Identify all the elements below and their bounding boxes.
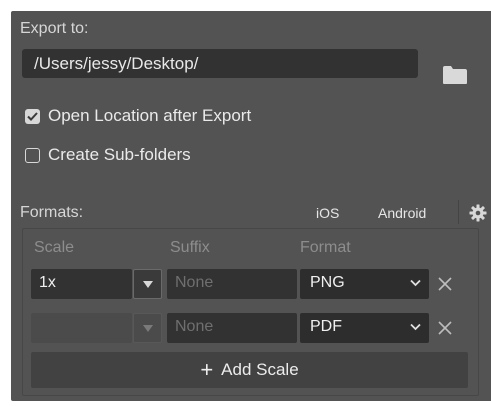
create-subfolders-checkbox-row[interactable]: Create Sub-folders — [25, 143, 191, 167]
scale-column-header: Scale — [34, 239, 75, 256]
scale-input[interactable]: 1x — [31, 269, 132, 299]
export-to-label: Export to: — [20, 20, 89, 37]
create-subfolders-label: Create Sub-folders — [48, 145, 191, 164]
formats-label: Formats: — [20, 204, 84, 221]
export-path-input[interactable]: /Users/jessy/Desktop/ — [22, 49, 418, 78]
create-subfolders-checkbox[interactable] — [25, 147, 40, 163]
format-select-value: PNG — [310, 274, 345, 291]
suffix-column-header: Suffix — [170, 239, 210, 256]
triangle-down-icon — [142, 324, 153, 332]
format-select[interactable]: PNG — [300, 269, 429, 299]
android-preset-button[interactable]: Android — [378, 205, 426, 221]
add-scale-button[interactable]: + Add Scale — [31, 352, 468, 388]
format-select-value: PDF — [310, 318, 342, 335]
format-select[interactable]: PDF — [300, 313, 429, 343]
gear-icon[interactable] — [469, 204, 487, 222]
chevron-down-icon — [410, 279, 421, 287]
close-icon[interactable] — [437, 276, 453, 292]
plus-icon: + — [200, 357, 214, 382]
folder-icon[interactable] — [442, 65, 468, 85]
scale-dropdown-button — [133, 313, 162, 343]
add-scale-label: Add Scale — [221, 360, 299, 379]
chevron-down-icon — [410, 323, 421, 331]
suffix-input[interactable]: None — [167, 313, 297, 343]
open-location-label: Open Location after Export — [48, 106, 252, 125]
suffix-input[interactable]: None — [167, 269, 297, 299]
open-location-checkbox-row[interactable]: Open Location after Export — [25, 104, 251, 128]
open-location-checkbox[interactable] — [25, 108, 40, 124]
checkmark-icon — [27, 111, 38, 121]
close-icon[interactable] — [437, 320, 453, 336]
scale-dropdown-button[interactable] — [133, 269, 162, 299]
ios-preset-button[interactable]: iOS — [316, 205, 339, 221]
triangle-down-icon — [142, 280, 153, 288]
scale-input — [31, 313, 132, 343]
format-column-header: Format — [300, 239, 351, 256]
toolbar-divider — [458, 200, 459, 224]
